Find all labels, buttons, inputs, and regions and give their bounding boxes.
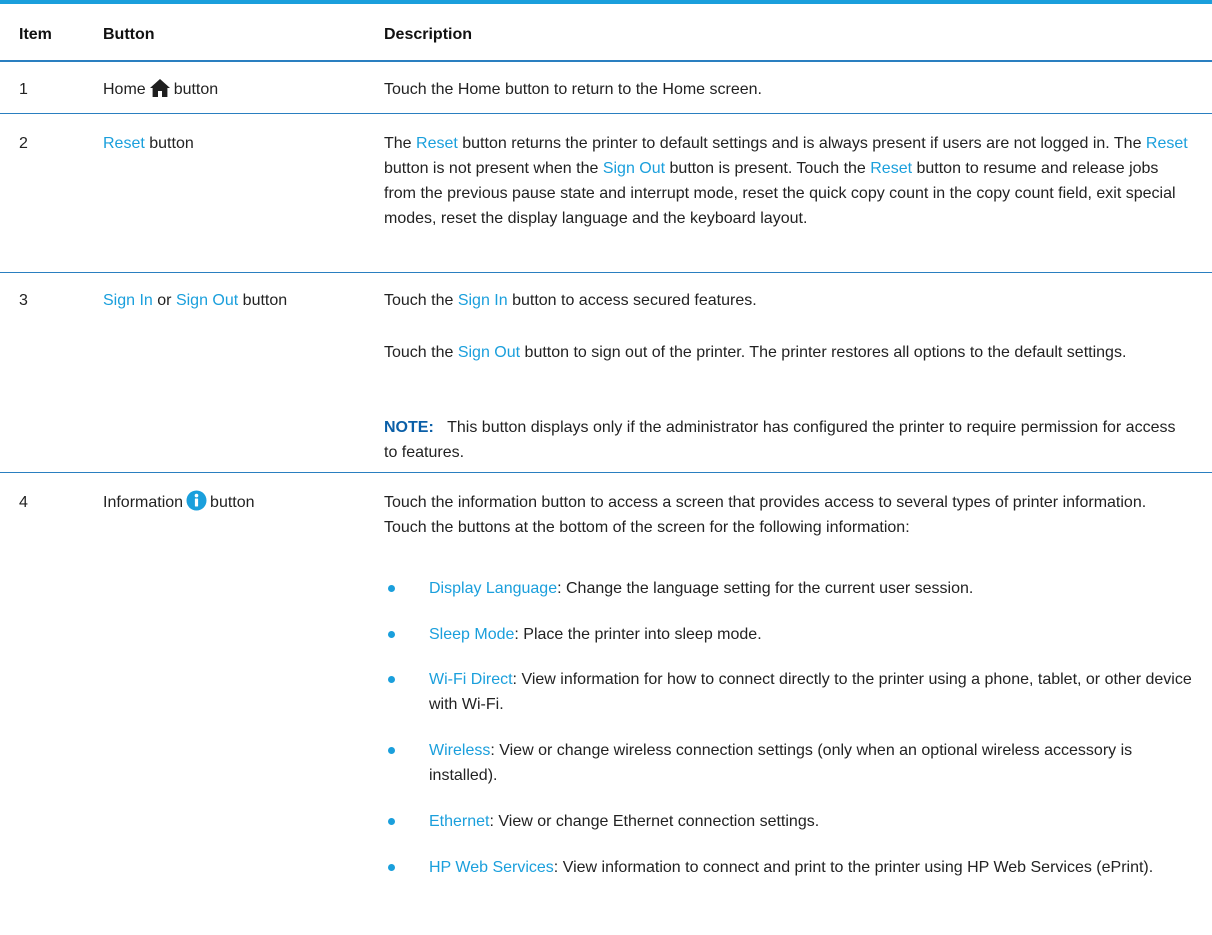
row-3-paragraph-1: Touch the Sign In button to access secur… bbox=[384, 288, 1192, 313]
reset-link[interactable]: Reset bbox=[1146, 135, 1188, 152]
bullet-text: : View information to connect and print … bbox=[553, 859, 1154, 876]
header-button: Button bbox=[103, 26, 155, 43]
header-item: Item bbox=[19, 26, 52, 43]
header-rule bbox=[0, 60, 1212, 62]
sign-out-link[interactable]: Sign Out bbox=[176, 292, 238, 309]
sleep-mode-link[interactable]: Sleep Mode bbox=[429, 626, 514, 643]
row-1-rule bbox=[0, 113, 1212, 114]
ethernet-link[interactable]: Ethernet bbox=[429, 813, 489, 830]
row-2-text: button is not present when the bbox=[384, 160, 603, 177]
bullet-text: : Change the language setting for the cu… bbox=[557, 580, 974, 597]
row-2-button-suffix: button bbox=[149, 135, 194, 152]
header-description: Description bbox=[384, 26, 473, 43]
sign-out-link[interactable]: Sign Out bbox=[603, 160, 665, 177]
hp-web-services-link[interactable]: HP Web Services bbox=[429, 859, 554, 876]
row-4-item: 4 bbox=[19, 494, 28, 511]
row-2-text: The bbox=[384, 135, 417, 152]
bullet-ethernet: Ethernet: View or change Ethernet connec… bbox=[429, 809, 1192, 834]
row-3-button-suffix: button bbox=[242, 292, 288, 309]
info-icon bbox=[186, 490, 207, 519]
reset-link[interactable]: Reset bbox=[416, 135, 458, 152]
row-2-text: button returns the printer to default se… bbox=[457, 135, 1146, 152]
bullet-text: : View or change Ethernet connection set… bbox=[489, 813, 820, 830]
bullet-text: : View or change wireless connection set… bbox=[429, 742, 1133, 784]
reset-link[interactable]: Reset bbox=[103, 135, 145, 152]
wireless-link[interactable]: Wireless bbox=[429, 742, 490, 759]
wifi-direct-link[interactable]: Wi-Fi Direct bbox=[429, 671, 513, 688]
bullet-dot bbox=[388, 864, 395, 871]
bullet-dot bbox=[388, 585, 395, 592]
bullet-dot bbox=[388, 818, 395, 825]
row-4-button-suffix: button bbox=[210, 494, 255, 511]
bullet-dot bbox=[388, 631, 395, 638]
row-3-item: 3 bbox=[19, 292, 28, 309]
row-2-rule bbox=[0, 272, 1212, 273]
row-4-button-name: Information bbox=[103, 494, 184, 511]
bullet-dot bbox=[388, 747, 395, 754]
sign-in-link[interactable]: Sign In bbox=[103, 292, 153, 309]
row-3-text: Touch the bbox=[384, 344, 458, 361]
bullet-display-language: Display Language: Change the language se… bbox=[429, 576, 1192, 601]
row-3-text: button to sign out of the printer. The p… bbox=[520, 344, 1127, 361]
row-2-text: button is present. Touch the bbox=[665, 160, 871, 177]
home-icon bbox=[149, 78, 171, 106]
note-label: NOTE: bbox=[384, 419, 434, 436]
row-3-text: button to access secured features. bbox=[507, 292, 757, 309]
row-3-or: or bbox=[157, 292, 172, 309]
row-4-button: Information button bbox=[103, 490, 255, 519]
row-3-rule bbox=[0, 472, 1212, 473]
row-2-button: Reset button bbox=[103, 131, 194, 156]
sign-in-link[interactable]: Sign In bbox=[458, 292, 508, 309]
display-language-link[interactable]: Display Language bbox=[429, 580, 557, 597]
row-1-button: Home button bbox=[103, 77, 218, 106]
row-2-description: The Reset button returns the printer to … bbox=[384, 131, 1192, 231]
row-4-intro: Touch the information button to access a… bbox=[384, 494, 1147, 536]
bullet-hp-web-services: HP Web Services: View information to con… bbox=[429, 855, 1192, 880]
row-1-description: Touch the Home button to return to the H… bbox=[384, 81, 762, 98]
row-1-item: 1 bbox=[19, 81, 28, 98]
bullet-wireless: Wireless: View or change wireless connec… bbox=[429, 738, 1192, 788]
bullet-text: : Place the printer into sleep mode. bbox=[514, 626, 762, 643]
bullet-dot bbox=[388, 676, 395, 683]
row-3-note: NOTE: This button displays only if the a… bbox=[384, 415, 1192, 465]
row-3-paragraph-2: Touch the Sign Out button to sign out of… bbox=[384, 340, 1192, 365]
row-1-button-suffix: button bbox=[173, 81, 219, 98]
bullet-wifi-direct: Wi-Fi Direct: View information for how t… bbox=[429, 667, 1192, 717]
row-2-item: 2 bbox=[19, 135, 28, 152]
top-accent-bar bbox=[0, 0, 1212, 4]
row-3-button: Sign In or Sign Out button bbox=[103, 288, 287, 313]
row-1-button-name: Home bbox=[103, 81, 146, 98]
reset-link[interactable]: Reset bbox=[870, 160, 912, 177]
sign-out-link[interactable]: Sign Out bbox=[458, 344, 520, 361]
bullet-text: : View information for how to connect di… bbox=[429, 671, 1192, 713]
note-text: This button displays only if the adminis… bbox=[384, 419, 1176, 461]
row-3-text: Touch the bbox=[384, 292, 458, 309]
bullet-sleep-mode: Sleep Mode: Place the printer into sleep… bbox=[429, 622, 1192, 647]
